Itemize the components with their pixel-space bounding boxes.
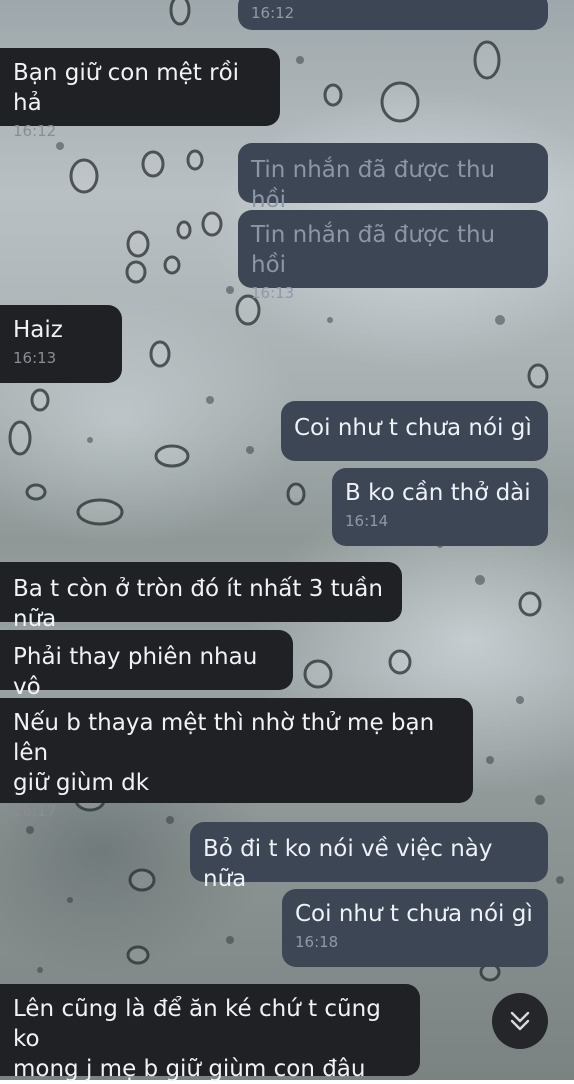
message-bubble[interactable]: 16:12 xyxy=(238,0,548,30)
scroll-to-bottom-button[interactable] xyxy=(492,993,548,1049)
double-chevron-down-icon xyxy=(510,1011,530,1031)
message-text: Haiz xyxy=(13,317,63,343)
message-time: 16:14 xyxy=(345,512,389,530)
recalled-message-bubble[interactable]: Tin nhắn đã được thu hồi xyxy=(238,143,548,213)
message-text: Bỏ đi t ko nói về việc này nữa xyxy=(203,836,500,892)
message-time: 16:13 xyxy=(13,349,57,367)
message-bubble[interactable]: Bỏ đi t ko nói về việc này nữa xyxy=(190,822,548,892)
message-bubble[interactable]: Haiz 16:13 xyxy=(0,305,122,383)
message-text: Ba t còn ở tròn đó ít nhất 3 tuần nữa xyxy=(13,576,391,632)
message-text: Nếu b thaya mệt thì nhờ thử mẹ bạn lên g… xyxy=(13,710,435,796)
message-bubble[interactable]: Bạn giữ con mệt rồi hả 16:12 xyxy=(0,48,280,140)
message-text: Phải thay phiên nhau vô xyxy=(13,644,265,700)
message-bubble[interactable]: Lên cũng là để ăn ké chứ t cũng ko mong … xyxy=(0,984,420,1082)
message-bubble[interactable]: Phải thay phiên nhau vô xyxy=(0,630,293,700)
message-text: Coi như t chưa nói gì xyxy=(295,901,533,927)
message-text: B ko cần thở dài xyxy=(345,480,531,506)
message-bubble[interactable]: Ba t còn ở tròn đó ít nhất 3 tuần nữa xyxy=(0,562,402,632)
message-bubble[interactable]: Coi như t chưa nói gì xyxy=(281,401,548,461)
message-time: 16:12 xyxy=(251,4,295,22)
recalled-message-bubble[interactable]: Tin nhắn đã được thu hồi 16:13 xyxy=(238,210,548,302)
message-text: Coi như t chưa nói gì xyxy=(294,415,532,441)
message-bubble[interactable]: Coi như t chưa nói gì 16:18 xyxy=(282,889,548,967)
message-time: 16:17 xyxy=(13,802,57,820)
message-text: Tin nhắn đã được thu hồi xyxy=(251,222,503,278)
message-time: 16:18 xyxy=(295,933,339,951)
message-bubble[interactable]: Nếu b thaya mệt thì nhờ thử mẹ bạn lên g… xyxy=(0,698,473,820)
message-text: Tin nhắn đã được thu hồi xyxy=(251,157,503,213)
message-text: Lên cũng là để ăn ké chứ t cũng ko mong … xyxy=(13,996,381,1082)
message-time: 16:12 xyxy=(13,122,57,140)
message-time: 16:13 xyxy=(251,284,295,302)
message-bubble[interactable]: B ko cần thở dài 16:14 xyxy=(332,468,548,546)
message-text: Bạn giữ con mệt rồi hả xyxy=(13,60,247,116)
